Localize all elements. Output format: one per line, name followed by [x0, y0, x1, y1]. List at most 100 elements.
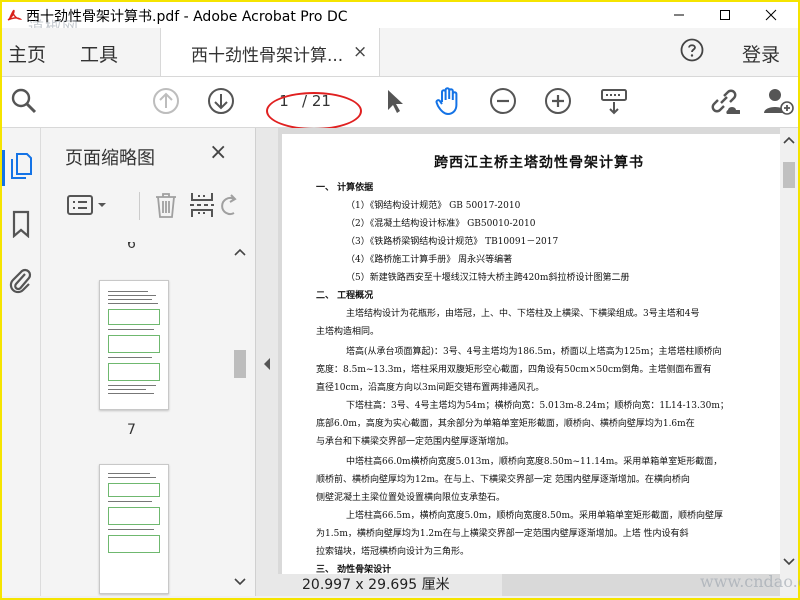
document-text-line: （5）新建铁路西安至十堰线汉江特大桥主跨420m斜拉桥设计图第二册 [346, 273, 630, 283]
document-text-line: 塔高(从承台项面算起)：3号、4号主塔均为186.5m，桥面以上塔高为125m；… [346, 347, 722, 357]
share-link-icon [711, 89, 740, 114]
zoom-in-button[interactable] [542, 85, 574, 117]
rotate-page-button[interactable] [217, 190, 239, 220]
thumbnail-scrollbar[interactable] [231, 242, 249, 596]
document-text-line: 拉索锚块，塔冠横桥向设计为三角形。 [316, 547, 470, 557]
zoom-in-icon [545, 88, 571, 114]
panel-collapse-strip[interactable] [256, 128, 278, 596]
thumbnail-list: 6 7 [41, 242, 231, 596]
split-pages-icon [190, 193, 214, 217]
list-options-icon [67, 195, 106, 215]
options-menu-button[interactable] [65, 190, 111, 220]
zoom-out-button[interactable] [487, 85, 519, 117]
scroll-mode-button[interactable] [598, 85, 630, 117]
thumbnail-label: 6 [127, 242, 136, 252]
minimize-icon [674, 14, 684, 16]
document-text-line: （4）《路桥施工计算手册》 周永兴等编著 [346, 255, 513, 265]
page-size-status: 20.997 x 29.695 厘米 [278, 574, 502, 596]
hand-tool-button[interactable] [432, 85, 464, 117]
panel-toolbar [57, 186, 243, 228]
previous-page-button[interactable] [150, 85, 182, 117]
zoom-out-icon [490, 88, 516, 114]
page-thumbnail[interactable] [99, 464, 169, 594]
document-text-line: 三、 劲性骨架设计 [316, 565, 392, 574]
thumbnails-panel: 页面缩略图 × 6 7 [41, 128, 256, 596]
document-heading: 跨西江主桥主塔劲性骨架计算书 [434, 155, 644, 171]
home-tab[interactable]: 主页 [8, 40, 46, 67]
search-zoom-icon [11, 88, 37, 114]
next-page-button[interactable] [205, 85, 237, 117]
document-text-line: （2）《混凝土结构设计标准》 GB50010-2010 [346, 219, 536, 229]
scrollbar-thumb[interactable] [234, 350, 246, 378]
document-text-line: 二、 工程概况 [316, 291, 374, 301]
rotate-icon [221, 194, 237, 215]
document-scrollbar[interactable] [780, 128, 798, 596]
close-tab-button[interactable]: × [353, 42, 367, 62]
document-text-line: 直径10cm，沿高度方向以3m间距交错布置两排通风孔。 [316, 383, 545, 393]
thumbnail-page-number: 7 [127, 422, 136, 438]
scroll-up-arrow-icon[interactable] [780, 134, 798, 146]
document-text-line: （1）《钢结构设计规范》 GB 50017-2010 [346, 201, 521, 211]
bookmark-icon [12, 210, 30, 238]
active-indicator [2, 150, 5, 186]
document-text-line: 主塔构造相同。 [316, 327, 380, 337]
menu-bar: 主页 工具 [2, 28, 798, 77]
maximize-icon [720, 10, 730, 20]
close-panel-button[interactable]: × [209, 140, 227, 165]
acrobat-pdf-icon [6, 7, 22, 23]
document-text-line: 下塔柱高：3号、4号主塔均为54m；横桥向宽：5.013m-8.24m；顺桥向宽… [346, 401, 729, 411]
login-button[interactable]: 登录 [742, 40, 780, 67]
scroll-up-arrow-icon[interactable] [231, 246, 249, 258]
document-tab[interactable]: 西十劲性骨架计算... × [160, 28, 380, 76]
page-down-icon [208, 88, 234, 114]
bookmarks-button[interactable] [7, 210, 35, 238]
scroll-down-arrow-icon[interactable] [780, 556, 798, 568]
help-icon[interactable] [680, 38, 704, 62]
select-tool-button[interactable] [378, 85, 410, 117]
annotation-ellipse [266, 92, 362, 130]
add-user-icon [764, 89, 794, 115]
minimize-button[interactable] [656, 2, 702, 28]
scroll-down-arrow-icon[interactable] [231, 576, 249, 588]
document-text-line: （3）《铁路桥梁钢结构设计规范》 TB10091－2017 [346, 237, 559, 247]
keyboard-scroll-icon [601, 89, 627, 115]
document-text-line: 上塔柱高66.5m，横桥向宽度5.0m，顺桥向宽度8.50m。采用单箱单室矩形截… [346, 511, 723, 521]
document-text-line: 侧壁泥凝土主梁位置处设置横向限位支承垫石。 [316, 493, 506, 503]
main-toolbar: 1 / 21 [2, 77, 798, 128]
share-link-button[interactable] [708, 85, 740, 117]
maximize-button[interactable] [702, 2, 748, 28]
hand-tool-icon [435, 87, 458, 116]
trash-icon [156, 193, 176, 218]
document-text-line: 主塔结构设计为花瓶形，由塔冠，上、中、下塔柱及上横梁、下横梁组成。3号主塔和4号 [346, 309, 700, 319]
page-up-icon [153, 88, 179, 114]
panel-title: 页面缩略图 [65, 148, 155, 169]
collapse-left-icon[interactable] [256, 354, 278, 374]
extract-pages-button[interactable] [187, 190, 217, 220]
paperclip-icon [9, 268, 32, 294]
page-thumbnails-button[interactable] [7, 152, 35, 180]
select-cursor-icon [388, 90, 403, 113]
add-user-button[interactable] [762, 85, 794, 117]
scrollbar-thumb[interactable] [783, 162, 795, 188]
document-viewer: 跨西江主桥主塔劲性骨架计算书 一、 计算依据 （1）《钢结构设计规范》 GB 50… [278, 128, 798, 596]
document-text-line: 一、 计算依据 [316, 183, 374, 193]
watermark-url: www.cndao.com [700, 572, 800, 591]
page-thumbnails-icon [11, 153, 32, 179]
toolbar-divider [139, 192, 140, 220]
document-text-line: 为1.5m，横桥向壁厚均为1.2m在与上横梁交界部一定范围内壁厚逐渐增加。上塔 … [316, 529, 689, 539]
delete-page-button[interactable] [151, 190, 181, 220]
document-text-line: 顺桥前、横桥向壁厚均为12m。在与上、下横梁交界部一定 范围内壁厚逐渐增加。在横… [316, 475, 690, 485]
title-bar: 西十劲性骨架计算书.pdf - Adobe Acrobat Pro DC 道椒网 [2, 2, 798, 37]
attachments-button[interactable] [7, 266, 35, 294]
document-text-line: 与承台和下横梁交界部一定范围内壁厚逐渐增加。 [316, 437, 515, 447]
page-thumbnail[interactable] [99, 280, 169, 410]
search-zoom-button[interactable] [8, 85, 40, 117]
pdf-page: 跨西江主桥主塔劲性骨架计算书 一、 计算依据 （1）《钢结构设计规范》 GB 50… [282, 134, 796, 574]
close-icon [765, 9, 777, 21]
navigation-rail [2, 128, 41, 596]
tools-tab[interactable]: 工具 [80, 40, 118, 67]
document-text-line: 中塔柱高66.0m横桥向宽度5.013m，顺桥向宽度8.50m~11.14m。采… [346, 457, 723, 467]
document-text-line: 底部6.0m，高度为实心截面，其余部分为单箱单室矩形截面，顺桥向、横桥向壁厚均为… [316, 419, 695, 429]
close-window-button[interactable] [748, 2, 794, 28]
document-text-line: 宽度：8.5m~13.3m，塔柱采用双腹矩形空心截面，四角设有50cm×50cm… [316, 365, 712, 375]
